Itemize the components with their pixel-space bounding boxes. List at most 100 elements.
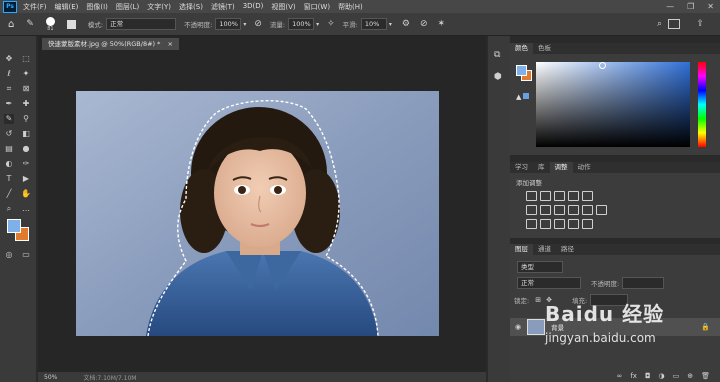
- fx-icon[interactable]: fx: [630, 372, 637, 380]
- brightness-icon[interactable]: [526, 191, 537, 201]
- foreground-color-swatch[interactable]: [7, 219, 21, 233]
- selective-color-icon[interactable]: [582, 219, 593, 229]
- layer-kind-select[interactable]: 类型: [517, 261, 563, 273]
- tab-swatches[interactable]: 色板: [533, 43, 556, 54]
- menu-window[interactable]: 窗口(W): [304, 2, 330, 12]
- invert-icon[interactable]: [526, 219, 537, 229]
- smoothing-field[interactable]: 10%: [360, 18, 387, 30]
- healing-brush-tool-icon[interactable]: ✚: [21, 99, 31, 109]
- menu-image[interactable]: 图像(I): [86, 2, 108, 12]
- tab-adjustments[interactable]: 调整: [549, 162, 573, 173]
- pressure-opacity-icon[interactable]: ⊘: [254, 19, 262, 29]
- eye-icon[interactable]: ◉: [515, 323, 521, 331]
- zoom-tool-icon[interactable]: ⌕: [4, 204, 14, 214]
- image-canvas[interactable]: [76, 91, 439, 336]
- blend-mode-select[interactable]: 正常: [517, 277, 581, 289]
- history-icon[interactable]: ⧉: [494, 50, 500, 60]
- minimize-button[interactable]: —: [666, 2, 674, 11]
- tab-layers[interactable]: 图层: [510, 244, 533, 255]
- type-tool-icon[interactable]: T: [4, 174, 14, 184]
- hand-tool-icon[interactable]: ✋: [21, 189, 31, 199]
- vibrance-icon[interactable]: [582, 191, 593, 201]
- opacity-field[interactable]: 100%: [215, 18, 242, 30]
- screen-mode-icon[interactable]: ▭: [21, 250, 31, 260]
- dodge-tool-icon[interactable]: ◐: [4, 159, 14, 169]
- exposure-icon[interactable]: [568, 191, 579, 201]
- folder-icon[interactable]: ▭: [673, 372, 680, 380]
- new-layer-icon[interactable]: ⊕: [687, 372, 693, 380]
- lock-icon[interactable]: ⊞: [535, 296, 541, 304]
- threshold-icon[interactable]: [554, 219, 565, 229]
- levels-icon[interactable]: [540, 191, 551, 201]
- 3d-icon[interactable]: ⬢: [494, 72, 502, 82]
- hue-saturation-icon[interactable]: [526, 205, 537, 215]
- brush-tool-icon[interactable]: ✎: [26, 19, 34, 29]
- symmetry-icon[interactable]: ✶: [437, 19, 445, 29]
- pressure-size-icon[interactable]: ⊘: [420, 19, 428, 29]
- brush-preset-picker[interactable]: 81: [45, 16, 55, 32]
- menu-layer[interactable]: 图层(L): [116, 2, 139, 12]
- menu-3d[interactable]: 3D(D): [243, 2, 264, 12]
- menu-select[interactable]: 选择(S): [179, 2, 203, 12]
- brush-settings-icon[interactable]: [66, 19, 76, 29]
- layer-opacity-field[interactable]: [622, 277, 665, 289]
- tab-libraries[interactable]: 库: [533, 162, 550, 173]
- restore-button[interactable]: ❐: [687, 2, 694, 11]
- line-tool-icon[interactable]: ╱: [4, 189, 14, 199]
- pen-tool-icon[interactable]: ✑: [21, 159, 31, 169]
- menu-view[interactable]: 视图(V): [271, 2, 295, 12]
- eraser-tool-icon[interactable]: ◧: [21, 129, 31, 139]
- more-tools-icon[interactable]: …: [21, 204, 31, 214]
- mode-select[interactable]: 正常: [106, 18, 177, 30]
- path-selection-tool-icon[interactable]: ▶: [21, 174, 31, 184]
- menu-help[interactable]: 帮助(H): [338, 2, 363, 12]
- document-tab[interactable]: 快速蒙版素材.jpg @ 50%(RGB/8#) * ×: [42, 38, 179, 50]
- color-picker-field[interactable]: [536, 62, 690, 147]
- tab-learn[interactable]: 学习: [510, 162, 533, 173]
- posterize-icon[interactable]: [540, 219, 551, 229]
- quick-mask-icon[interactable]: ◎: [4, 250, 14, 260]
- frame-tool-icon[interactable]: ⊠: [21, 84, 31, 94]
- menu-file[interactable]: 文件(F): [23, 2, 47, 12]
- mask-icon[interactable]: ◘: [645, 372, 651, 380]
- panel-fg-swatch[interactable]: [516, 65, 527, 76]
- brush-tool-icon[interactable]: ✎: [4, 114, 14, 124]
- marquee-tool-icon[interactable]: ⬚: [21, 54, 31, 64]
- chevron-down-icon[interactable]: ▾: [243, 21, 246, 28]
- lasso-tool-icon[interactable]: ℓ: [4, 69, 14, 79]
- eyedropper-tool-icon[interactable]: ✒: [4, 99, 14, 109]
- curves-icon[interactable]: [554, 191, 565, 201]
- menu-edit[interactable]: 编辑(E): [55, 2, 79, 12]
- chevron-down-icon[interactable]: ▾: [316, 21, 319, 28]
- share-icon[interactable]: ⇪: [696, 19, 704, 29]
- zoom-level[interactable]: 50%: [44, 374, 57, 381]
- hue-slider[interactable]: [698, 62, 706, 147]
- photo-filter-icon[interactable]: [568, 205, 579, 215]
- home-icon[interactable]: ⌂: [8, 19, 14, 30]
- crop-tool-icon[interactable]: ⌗: [4, 84, 14, 94]
- close-window-button[interactable]: ✕: [707, 2, 714, 11]
- menu-type[interactable]: 文字(Y): [147, 2, 171, 12]
- color-picker-marker[interactable]: [599, 62, 606, 69]
- gradient-map-icon[interactable]: [568, 219, 579, 229]
- black-white-icon[interactable]: [554, 205, 565, 215]
- trash-icon[interactable]: 🗑: [701, 372, 710, 380]
- tab-color[interactable]: 颜色: [510, 43, 533, 54]
- flow-field[interactable]: 100%: [288, 18, 315, 30]
- move-tool-icon[interactable]: ✥: [4, 54, 14, 64]
- workspace-icon[interactable]: [668, 19, 680, 29]
- tab-paths[interactable]: 路径: [556, 244, 579, 255]
- tab-actions[interactable]: 动作: [573, 162, 596, 173]
- close-icon[interactable]: ×: [167, 40, 172, 48]
- airbrush-icon[interactable]: ✧: [327, 19, 335, 29]
- magic-wand-tool-icon[interactable]: ✦: [21, 69, 31, 79]
- color-lookup-icon[interactable]: [596, 205, 607, 215]
- color-balance-icon[interactable]: [540, 205, 551, 215]
- link-icon[interactable]: ∞: [617, 372, 623, 380]
- search-icon[interactable]: ⌕: [657, 19, 662, 29]
- history-brush-tool-icon[interactable]: ↺: [4, 129, 14, 139]
- gear-icon[interactable]: ⚙: [402, 19, 410, 29]
- chevron-down-icon[interactable]: ▾: [389, 21, 392, 28]
- clone-stamp-tool-icon[interactable]: ⚲: [21, 114, 31, 124]
- tab-channels[interactable]: 通道: [533, 244, 556, 255]
